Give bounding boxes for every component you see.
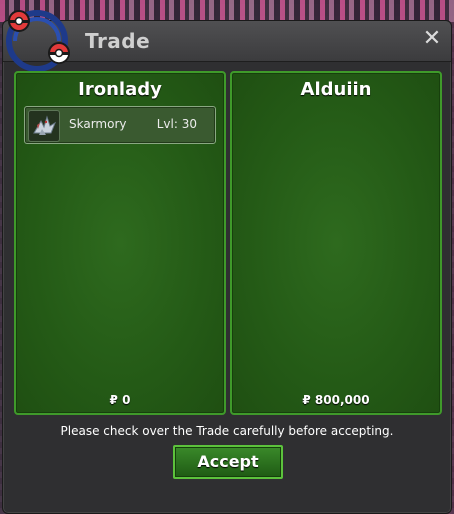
offer-panel-right: Alduiin ₽ 800,000	[230, 71, 442, 415]
money-offer-right: ₽ 800,000	[302, 393, 370, 407]
skarmory-icon	[28, 110, 60, 142]
trade-window: Trade ✕ Ironlady Skarmory Lvl: 30 ₽ 0 Al…	[2, 10, 452, 514]
window-title: Trade	[85, 29, 151, 53]
player-name-left: Ironlady	[78, 79, 162, 100]
player-name-right: Alduiin	[300, 79, 372, 100]
trade-notice: Please check over the Trade carefully be…	[60, 424, 394, 438]
trade-item-row[interactable]: Skarmory Lvl: 30	[24, 106, 216, 144]
offer-panel-left: Ironlady Skarmory Lvl: 30 ₽ 0	[14, 71, 226, 415]
accept-button[interactable]: Accept	[173, 445, 283, 479]
item-pokemon-level: Lvl: 30	[156, 117, 197, 131]
item-pokemon-name: Skarmory	[69, 117, 127, 131]
pokeball-logo-icon	[6, 10, 70, 72]
money-offer-left: ₽ 0	[109, 393, 131, 407]
close-icon[interactable]: ✕	[421, 28, 443, 50]
